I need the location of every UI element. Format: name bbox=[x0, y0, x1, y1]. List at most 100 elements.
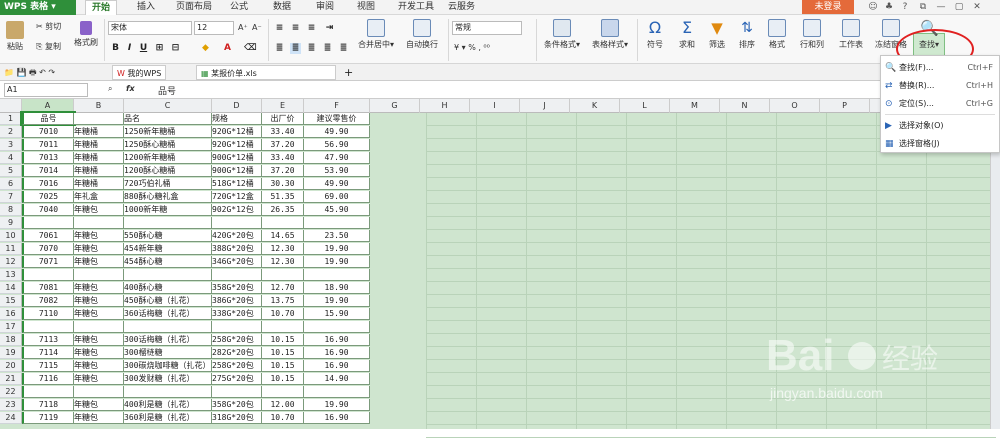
table-cell[interactable] bbox=[22, 386, 74, 398]
table-cell[interactable]: 年糖包 bbox=[74, 347, 124, 359]
select-all-corner[interactable] bbox=[0, 99, 22, 113]
font-size-select[interactable]: 12 bbox=[194, 21, 234, 35]
row-header[interactable]: 22 bbox=[0, 386, 22, 398]
filter-button[interactable]: ▼ 筛选 bbox=[704, 19, 730, 50]
table-cell[interactable]: 7040 bbox=[22, 204, 74, 216]
row-header[interactable]: 13 bbox=[0, 269, 22, 281]
row-header[interactable]: 8 bbox=[0, 204, 22, 216]
tab-page-layout[interactable]: 页面布局 bbox=[176, 0, 212, 15]
table-cell[interactable]: 7070 bbox=[22, 243, 74, 255]
table-cell[interactable] bbox=[262, 269, 304, 281]
table-cell[interactable] bbox=[304, 386, 370, 398]
table-cell[interactable] bbox=[262, 386, 304, 398]
restore-icon[interactable]: ⧉ bbox=[916, 1, 930, 13]
border-icon[interactable]: ⊞ bbox=[154, 43, 165, 54]
indent-icon[interactable]: ⇥ bbox=[324, 23, 335, 34]
row-header[interactable]: 17 bbox=[0, 321, 22, 333]
table-cell[interactable]: 年糖包 bbox=[74, 334, 124, 346]
row-header[interactable]: 6 bbox=[0, 178, 22, 190]
table-cell[interactable]: 450酥心糖（扎花） bbox=[124, 295, 212, 307]
new-tab-button[interactable]: + bbox=[340, 65, 357, 80]
table-cell[interactable]: 年糖包 bbox=[74, 282, 124, 294]
table-cell[interactable]: 1200酥心糖桶 bbox=[124, 165, 212, 177]
table-cell[interactable]: 10.70 bbox=[262, 308, 304, 320]
table-cell[interactable]: 7116 bbox=[22, 373, 74, 385]
table-cell[interactable]: 33.40 bbox=[262, 152, 304, 164]
column-header-G[interactable]: G bbox=[370, 99, 420, 113]
table-cell[interactable]: 7013 bbox=[22, 152, 74, 164]
font-name-select[interactable]: 宋体 bbox=[108, 21, 192, 35]
table-cell[interactable]: 年糖桶 bbox=[74, 152, 124, 164]
find-menu-item[interactable]: 🔍 查找(F)... Ctrl+F bbox=[885, 59, 997, 77]
selection-pane-menu-item[interactable]: ▦ 选择窗格(J) bbox=[885, 135, 997, 153]
table-cell[interactable]: 360利是糖（扎花） bbox=[124, 412, 212, 424]
table-cell[interactable]: 7114 bbox=[22, 347, 74, 359]
wrap-text-button[interactable]: 自动换行 bbox=[402, 19, 442, 50]
currency-icon[interactable]: ¥ ▾ % , ⁰⁰ bbox=[454, 43, 490, 52]
table-cell[interactable]: 16.90 bbox=[304, 347, 370, 359]
name-box[interactable]: A1 bbox=[4, 83, 88, 97]
column-header-F[interactable]: F bbox=[304, 99, 370, 113]
row-header[interactable]: 24 bbox=[0, 412, 22, 424]
row-header[interactable]: 18 bbox=[0, 334, 22, 346]
tab-review[interactable]: 审阅 bbox=[316, 0, 334, 15]
tab-view[interactable]: 视图 bbox=[357, 0, 375, 15]
align-right-icon[interactable]: ≣ bbox=[306, 43, 317, 54]
fx-label[interactable]: fx bbox=[126, 84, 135, 93]
table-cell[interactable] bbox=[304, 269, 370, 281]
table-cell[interactable]: 358G*20包 bbox=[212, 399, 262, 411]
table-cell[interactable]: 282G*20包 bbox=[212, 347, 262, 359]
minimize-icon[interactable]: — bbox=[934, 1, 948, 13]
table-cell[interactable]: 19.90 bbox=[304, 295, 370, 307]
table-cell[interactable]: 300话梅糖（扎花） bbox=[124, 334, 212, 346]
table-cell[interactable]: 1250酥心糖桶 bbox=[124, 139, 212, 151]
table-cell[interactable]: 318G*20包 bbox=[212, 412, 262, 424]
table-cell[interactable]: 年糖包 bbox=[74, 412, 124, 424]
merge-icon[interactable]: ⊟ bbox=[170, 43, 181, 54]
table-cell[interactable]: 7016 bbox=[22, 178, 74, 190]
table-cell[interactable]: 720G*12盒 bbox=[212, 191, 262, 203]
table-cell[interactable] bbox=[22, 321, 74, 333]
table-cell[interactable]: 902G*12包 bbox=[212, 204, 262, 216]
table-cell[interactable]: 420G*20包 bbox=[212, 230, 262, 242]
table-cell[interactable]: 品号 bbox=[20, 111, 76, 127]
table-cell[interactable]: 年糖包 bbox=[74, 373, 124, 385]
italic-icon[interactable]: I bbox=[124, 43, 135, 54]
table-cell[interactable]: 26.35 bbox=[262, 204, 304, 216]
table-cell[interactable] bbox=[304, 217, 370, 229]
table-cell[interactable]: 56.90 bbox=[304, 139, 370, 151]
maximize-icon[interactable]: ▢ bbox=[952, 1, 966, 13]
table-cell[interactable]: 15.90 bbox=[304, 308, 370, 320]
table-cell[interactable]: 12.70 bbox=[262, 282, 304, 294]
clear-icon[interactable]: ⌫ bbox=[244, 43, 257, 54]
user-icon[interactable]: ☺ bbox=[866, 1, 880, 13]
table-cell[interactable]: 400利是糖（扎花） bbox=[124, 399, 212, 411]
table-cell[interactable] bbox=[212, 321, 262, 333]
table-cell[interactable]: 年糖包 bbox=[74, 295, 124, 307]
formula-input[interactable]: 品号 bbox=[158, 84, 176, 97]
table-cell[interactable]: 880酥心糖礼盒 bbox=[124, 191, 212, 203]
row-header[interactable]: 4 bbox=[0, 152, 22, 164]
table-cell[interactable]: 7118 bbox=[22, 399, 74, 411]
table-cell[interactable]: 19.90 bbox=[304, 243, 370, 255]
fill-color-icon[interactable]: ◆ bbox=[200, 43, 211, 54]
align-center-icon[interactable]: ≣ bbox=[290, 43, 301, 54]
table-cell[interactable]: 年糖包 bbox=[74, 308, 124, 320]
column-header-J[interactable]: J bbox=[520, 99, 570, 113]
table-cell[interactable] bbox=[304, 321, 370, 333]
row-header[interactable]: 10 bbox=[0, 230, 22, 242]
table-cell[interactable]: 518G*12桶 bbox=[212, 178, 262, 190]
table-cell[interactable]: 300榴梿糖 bbox=[124, 347, 212, 359]
distribute-icon[interactable]: ≣ bbox=[338, 43, 349, 54]
table-cell[interactable]: 275G*20包 bbox=[212, 373, 262, 385]
table-cell[interactable]: 1250新年糖桶 bbox=[124, 126, 212, 138]
row-header[interactable]: 5 bbox=[0, 165, 22, 177]
font-grow-icon[interactable]: A⁺ bbox=[238, 23, 248, 32]
table-cell[interactable] bbox=[74, 113, 124, 125]
paste-button[interactable]: 粘贴 bbox=[4, 21, 26, 52]
format-painter-button[interactable]: 格式刷 bbox=[72, 21, 100, 48]
row-header[interactable]: 12 bbox=[0, 256, 22, 268]
table-cell[interactable]: 47.90 bbox=[304, 152, 370, 164]
table-cell[interactable]: 720巧伯礼桶 bbox=[124, 178, 212, 190]
quick-access-toolbar[interactable]: 📁 💾 🖶 ↶ ↷ bbox=[4, 67, 55, 81]
